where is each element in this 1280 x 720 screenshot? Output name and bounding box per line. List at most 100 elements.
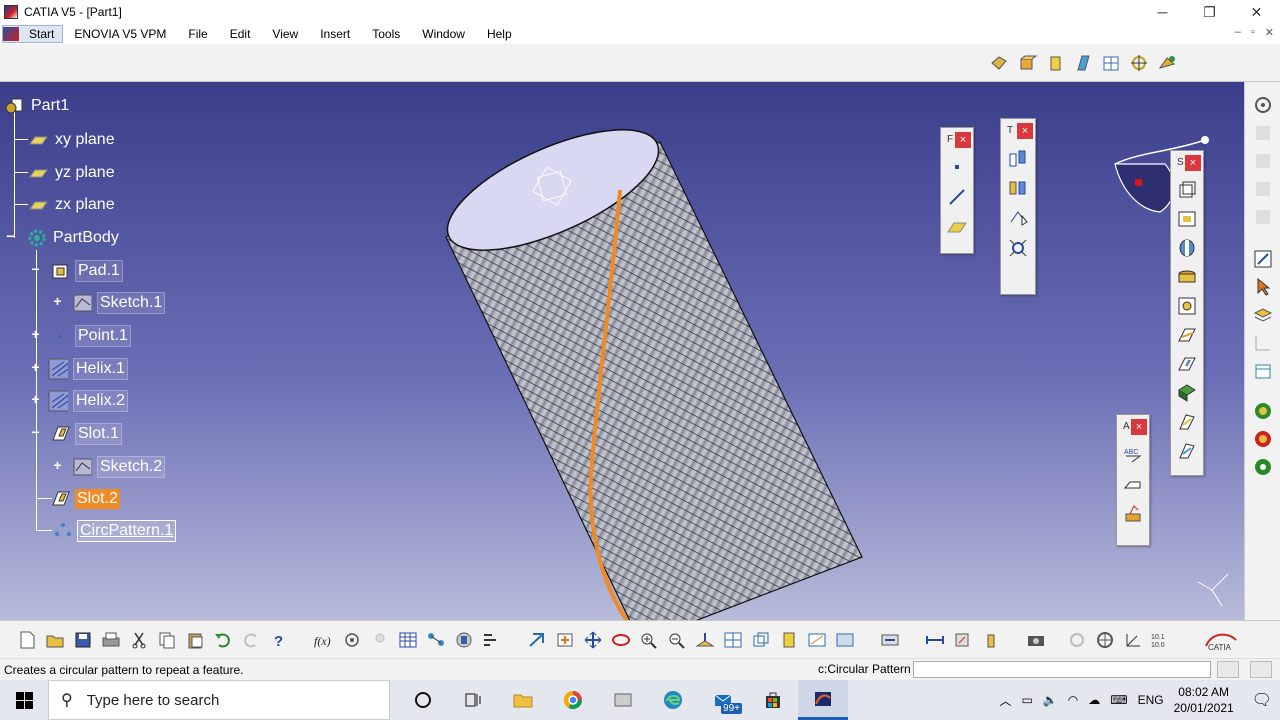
update-icon[interactable]	[877, 629, 902, 651]
rib-tool-icon[interactable]	[1176, 324, 1198, 346]
collapse-slot1[interactable]: −	[30, 425, 41, 439]
catalog-icon[interactable]	[451, 629, 476, 651]
wifi-icon[interactable]: ◠	[1068, 693, 1078, 707]
render-icon[interactable]	[1252, 428, 1274, 450]
toolbar-s-close-button[interactable]: ×	[1185, 155, 1201, 171]
restore-button[interactable]: ❐	[1186, 0, 1233, 24]
point-tool-icon[interactable]	[946, 156, 968, 178]
compass-icon[interactable]	[1156, 52, 1178, 74]
tree-node-pad1[interactable]: Pad.1	[50, 259, 123, 283]
collapse-pad[interactable]: −	[30, 262, 41, 276]
pocket-tool-icon[interactable]	[1176, 208, 1198, 230]
expand-point[interactable]: +	[30, 327, 41, 341]
shaded-view-icon[interactable]	[988, 52, 1010, 74]
expand-helix1[interactable]: +	[30, 360, 41, 374]
compass-settings-icon[interactable]	[1092, 629, 1117, 651]
tree-node-slot2[interactable]: Slot.2	[50, 487, 120, 511]
taskbar-search[interactable]: ⚲ Type here to search	[48, 680, 390, 720]
pan-icon[interactable]	[580, 629, 605, 651]
expand-helix2[interactable]: +	[30, 392, 41, 406]
tree-node-sketch2[interactable]: Sketch.2	[72, 455, 166, 479]
notification-icon[interactable]: 🗨	[1252, 690, 1272, 710]
sketch-tool-icon[interactable]	[1252, 248, 1274, 270]
paste-icon[interactable]	[182, 629, 207, 651]
menu-file[interactable]: File	[177, 27, 218, 41]
param-icon[interactable]	[479, 629, 504, 651]
camera-icon[interactable]	[1023, 629, 1048, 651]
rotate-view-icon[interactable]	[608, 629, 633, 651]
tree-node-helix2[interactable]: Helix.2	[48, 389, 128, 413]
menu-window[interactable]: Window	[411, 27, 476, 41]
doc-close-button[interactable]: ✕	[1265, 26, 1274, 39]
mass-icon[interactable]	[978, 629, 1003, 651]
slot-tool-icon[interactable]	[1176, 353, 1198, 375]
expand-sketch1[interactable]: +	[52, 294, 63, 308]
crosshair-icon[interactable]	[1128, 52, 1150, 74]
expand-sketch2[interactable]: +	[52, 458, 63, 472]
volume-icon[interactable]: 🔈	[1043, 693, 1058, 707]
disabled-tool-4-icon[interactable]	[1252, 206, 1274, 228]
groove-tool-icon[interactable]	[1176, 266, 1198, 288]
doc-minimize-button[interactable]: –	[1235, 26, 1241, 39]
file-explorer-icon[interactable]	[498, 680, 548, 720]
app-window-icon[interactable]	[598, 680, 648, 720]
store-icon[interactable]	[748, 680, 798, 720]
toolbar-t-close-button[interactable]: ×	[1017, 123, 1033, 139]
line-tool-icon[interactable]	[946, 186, 968, 208]
rotate-tool-icon[interactable]	[1007, 177, 1029, 199]
toolbar-f-close-button[interactable]: ×	[955, 132, 971, 148]
scaling-tool-icon[interactable]	[1007, 237, 1029, 259]
task-view-icon[interactable]	[448, 680, 498, 720]
status-button-1[interactable]	[1217, 661, 1239, 678]
light-icon[interactable]	[367, 629, 392, 651]
spin-icon[interactable]	[1064, 629, 1089, 651]
tree-node-yz-plane[interactable]: yz plane	[28, 161, 117, 185]
windows-start-button[interactable]	[0, 680, 48, 720]
knowledge-icon[interactable]	[339, 629, 364, 651]
input-icon[interactable]: ⌨	[1110, 693, 1127, 707]
language-indicator[interactable]: ENG	[1138, 693, 1164, 707]
tree-node-xy-plane[interactable]: xy plane	[28, 128, 117, 152]
flag-note-icon[interactable]	[1122, 473, 1144, 495]
tree-node-zx-plane[interactable]: zx plane	[28, 193, 117, 217]
remove-loft-tool-icon[interactable]	[1176, 440, 1198, 462]
text-annotation-icon[interactable]: ABC	[1122, 443, 1144, 465]
hole-tool-icon[interactable]	[1176, 295, 1198, 317]
shaft-tool-icon[interactable]	[1176, 237, 1198, 259]
cut-icon[interactable]	[126, 629, 151, 651]
clock[interactable]: 08:02 AM 20/01/2021	[1174, 684, 1234, 716]
menu-tools[interactable]: Tools	[361, 27, 411, 41]
collapse-partbody[interactable]: −	[5, 229, 16, 243]
edge-icon[interactable]	[648, 680, 698, 720]
doc-restore-button[interactable]: ▫	[1251, 26, 1255, 39]
minimize-button[interactable]: ─	[1139, 0, 1186, 24]
tree-node-part1[interactable]: Part1	[4, 94, 71, 118]
sketcher-icon[interactable]	[1252, 94, 1274, 116]
tree-node-point1[interactable]: Point.1	[50, 324, 131, 348]
fly-mode-icon[interactable]	[524, 629, 549, 651]
toolbar-a-close-button[interactable]: ×	[1131, 419, 1147, 435]
multi-view-icon[interactable]	[720, 629, 745, 651]
translate-tool-icon[interactable]	[1007, 147, 1029, 169]
menu-edit[interactable]: Edit	[219, 27, 262, 41]
new-icon[interactable]	[14, 629, 39, 651]
apply-material-icon[interactable]	[1252, 400, 1274, 422]
disabled-tool-2-icon[interactable]	[1252, 150, 1274, 172]
command-input[interactable]	[913, 661, 1211, 678]
copy-icon[interactable]	[154, 629, 179, 651]
zoom-out-icon[interactable]	[664, 629, 689, 651]
select-arrow-icon[interactable]	[1252, 276, 1274, 298]
symmetry-tool-icon[interactable]	[1007, 207, 1029, 229]
tree-tool-icon[interactable]	[1252, 360, 1274, 382]
cylinder-part[interactable]	[432, 105, 863, 620]
save-icon[interactable]	[70, 629, 95, 651]
chevron-up-icon[interactable]: ︿	[999, 692, 1011, 709]
menu-insert[interactable]: Insert	[309, 27, 361, 41]
swap-visible-icon[interactable]	[832, 629, 857, 651]
catia-taskbar-icon[interactable]	[798, 680, 848, 720]
cortana-icon[interactable]	[398, 680, 448, 720]
dimension-icon[interactable]	[922, 629, 947, 651]
box-icon[interactable]	[1016, 52, 1038, 74]
tree-node-helix1[interactable]: Helix.1	[48, 357, 128, 381]
device-icon[interactable]: ▭	[1022, 693, 1033, 707]
